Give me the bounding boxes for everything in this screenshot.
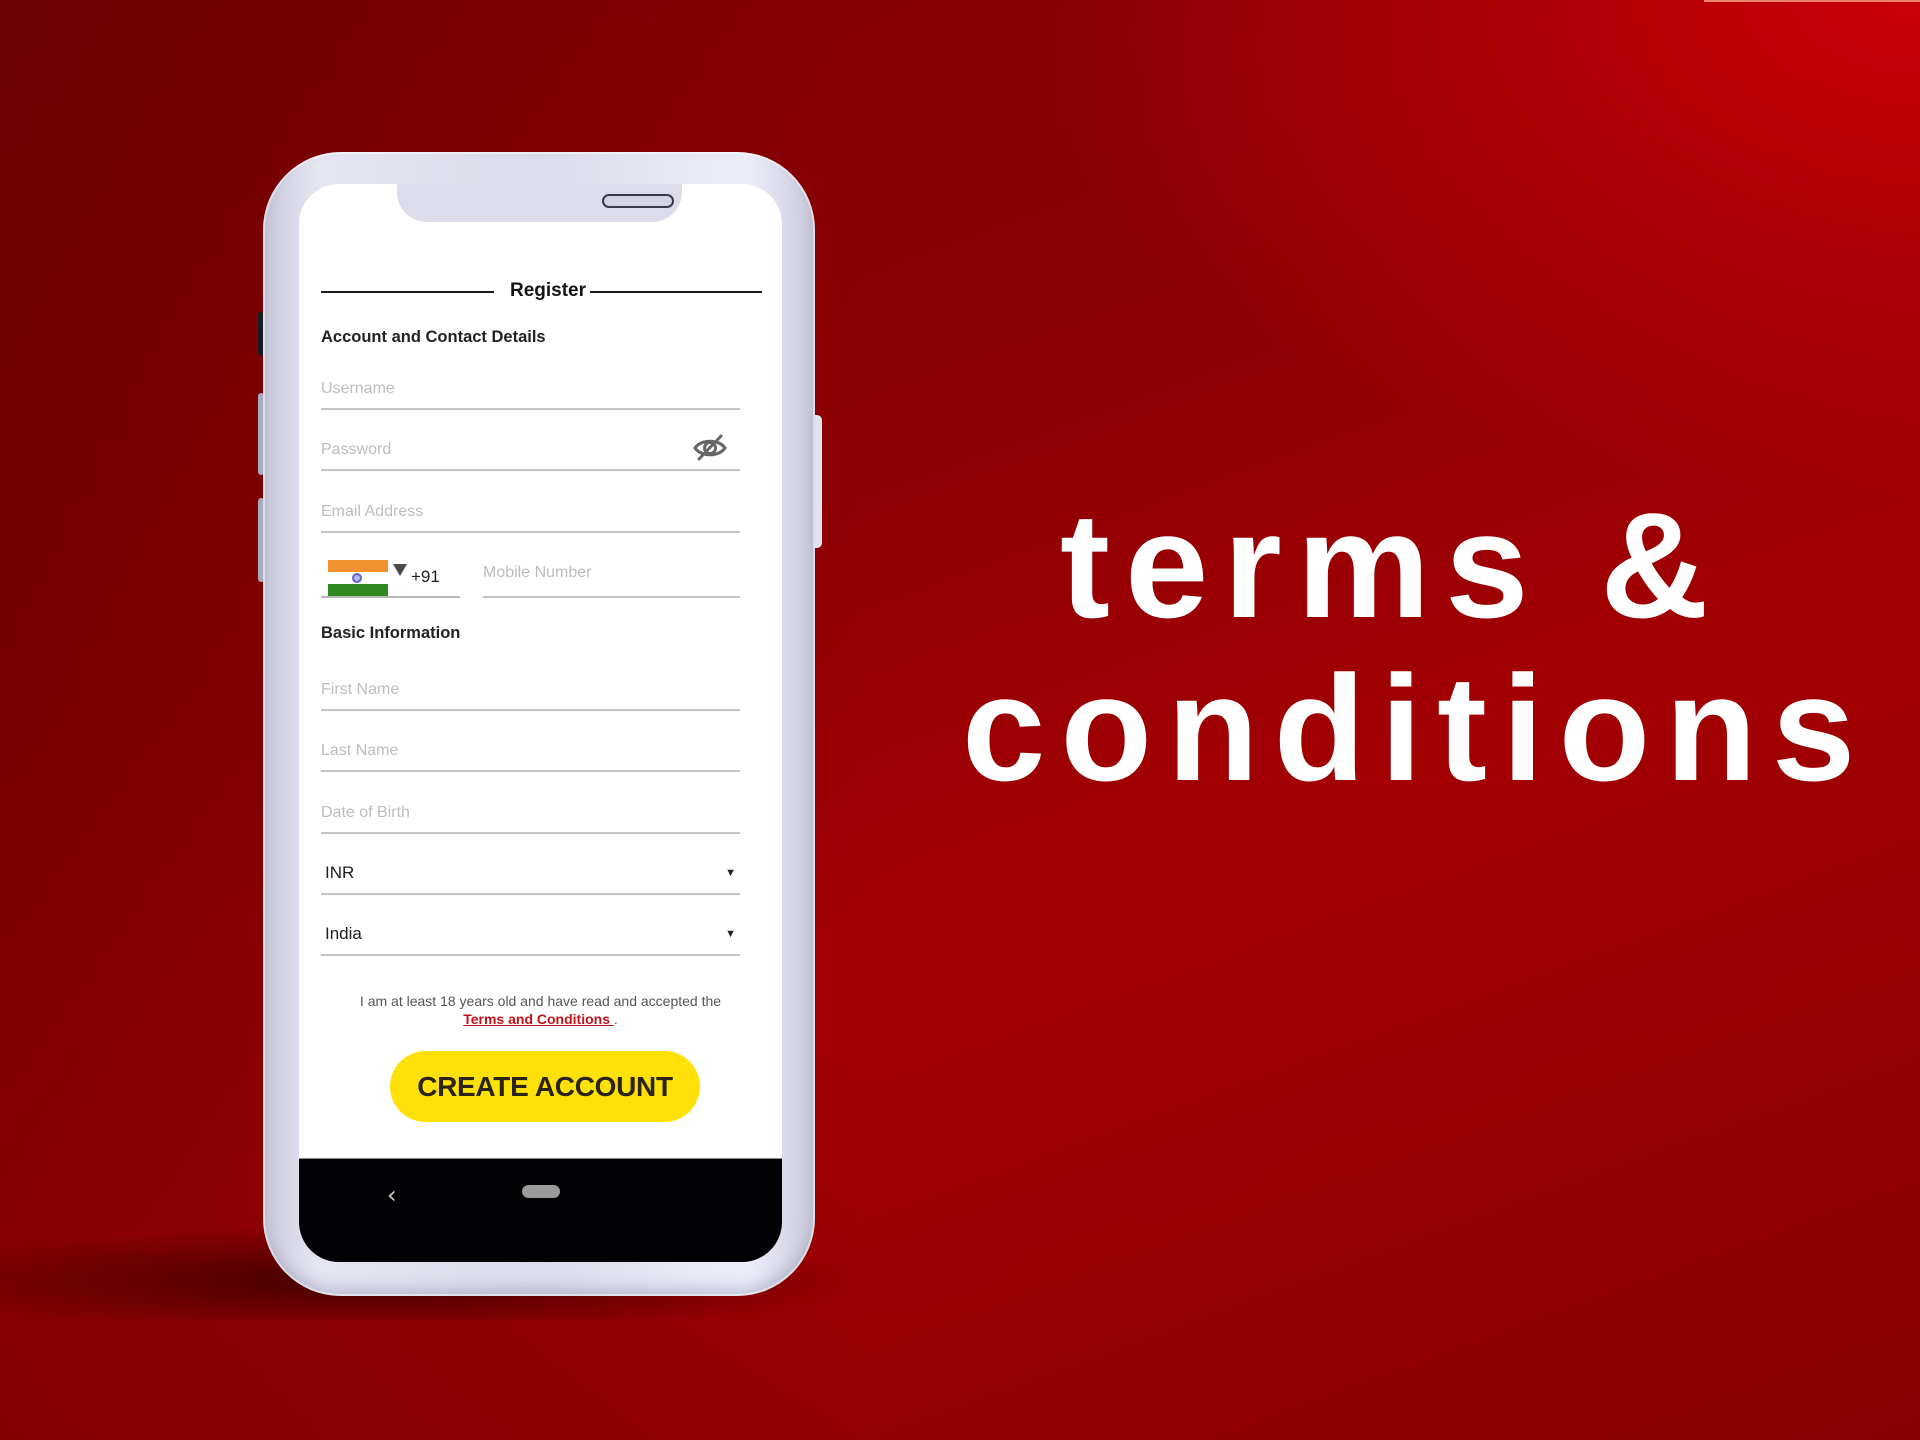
- india-flag-icon: [328, 560, 388, 596]
- speaker-grille: [602, 194, 674, 208]
- date-of-birth-field[interactable]: Date of Birth: [321, 794, 740, 834]
- back-icon[interactable]: ‹: [387, 1181, 397, 1209]
- form-title: Register: [509, 280, 587, 301]
- headline-line-1: terms &: [1060, 481, 1724, 649]
- home-pill-icon[interactable]: [522, 1185, 560, 1198]
- top-edge-line: [1704, 0, 1920, 2]
- mobile-number-field[interactable]: Mobile Number: [483, 554, 740, 598]
- first-name-placeholder: First Name: [321, 681, 400, 698]
- email-field[interactable]: Email Address: [321, 493, 740, 533]
- password-field[interactable]: Password: [321, 431, 740, 471]
- divider-right: [590, 291, 762, 293]
- phone-screen: Register Account and Contact Details Use…: [299, 184, 782, 1262]
- last-name-field[interactable]: Last Name: [321, 732, 740, 772]
- country-code-picker[interactable]: +91: [321, 554, 460, 598]
- caret-down-icon: ▼: [725, 928, 736, 940]
- terms-consent-text: I am at least 18 years old and have read…: [299, 992, 782, 1028]
- email-placeholder: Email Address: [321, 503, 424, 520]
- headline-line-2: conditions: [962, 644, 1871, 812]
- country-select[interactable]: India ▼: [321, 916, 740, 956]
- dropdown-caret-icon: [393, 564, 407, 576]
- terms-suffix: .: [613, 1011, 618, 1027]
- mobile-placeholder: Mobile Number: [483, 564, 592, 581]
- register-header: Register: [321, 280, 762, 304]
- create-account-button[interactable]: CREATE ACCOUNT: [390, 1051, 700, 1122]
- terms-consent-sentence: I am at least 18 years old and have read…: [359, 993, 722, 1009]
- currency-value: INR: [325, 863, 355, 882]
- android-navigation-bar: ‹: [299, 1158, 782, 1262]
- country-code-value: +91: [411, 567, 440, 586]
- terms-and-conditions-link[interactable]: Terms and Conditions: [463, 1011, 614, 1027]
- password-placeholder: Password: [321, 441, 392, 458]
- dob-placeholder: Date of Birth: [321, 804, 410, 821]
- caret-down-icon: ▼: [725, 867, 736, 879]
- divider-left: [321, 291, 494, 293]
- eye-slash-icon[interactable]: [692, 433, 728, 461]
- phone-notch: [397, 184, 682, 222]
- first-name-field[interactable]: First Name: [321, 671, 740, 711]
- last-name-placeholder: Last Name: [321, 742, 399, 759]
- username-field[interactable]: Username: [321, 370, 740, 410]
- section-account-details: Account and Contact Details: [321, 328, 546, 346]
- section-basic-information: Basic Information: [321, 624, 461, 642]
- country-value: India: [325, 924, 362, 943]
- username-placeholder: Username: [321, 380, 395, 397]
- currency-select[interactable]: INR ▼: [321, 855, 740, 895]
